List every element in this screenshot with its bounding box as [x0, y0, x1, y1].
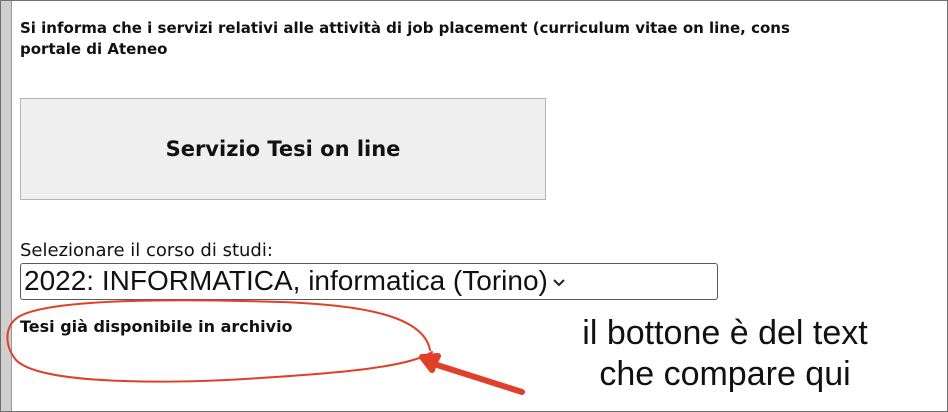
- archive-status-text: Tesi già disponibile in archivio: [20, 317, 293, 336]
- annotation-note-line-1: il bottone è del text: [582, 314, 868, 352]
- servizio-tesi-button-label: Servizio Tesi on line: [165, 137, 401, 161]
- annotation-note-line-2: che compare qui: [599, 355, 851, 393]
- annotation-note: il bottone è del text che compare qui: [540, 313, 910, 395]
- course-select-label: Selezionare il corso di studi:: [20, 240, 273, 261]
- chevron-down-icon: [552, 275, 566, 289]
- course-select[interactable]: 2022: INFORMATICA, informatica (Torino): [20, 263, 718, 300]
- servizio-tesi-button[interactable]: Servizio Tesi on line: [20, 98, 546, 200]
- course-select-value: 2022: INFORMATICA, informatica (Torino): [24, 264, 548, 296]
- notice-line-2: portale di Ateneo: [20, 40, 168, 58]
- notice-line-1: Si informa che i servizi relativi alle a…: [20, 19, 790, 37]
- job-placement-notice: Si informa che i servizi relativi alle a…: [20, 18, 948, 60]
